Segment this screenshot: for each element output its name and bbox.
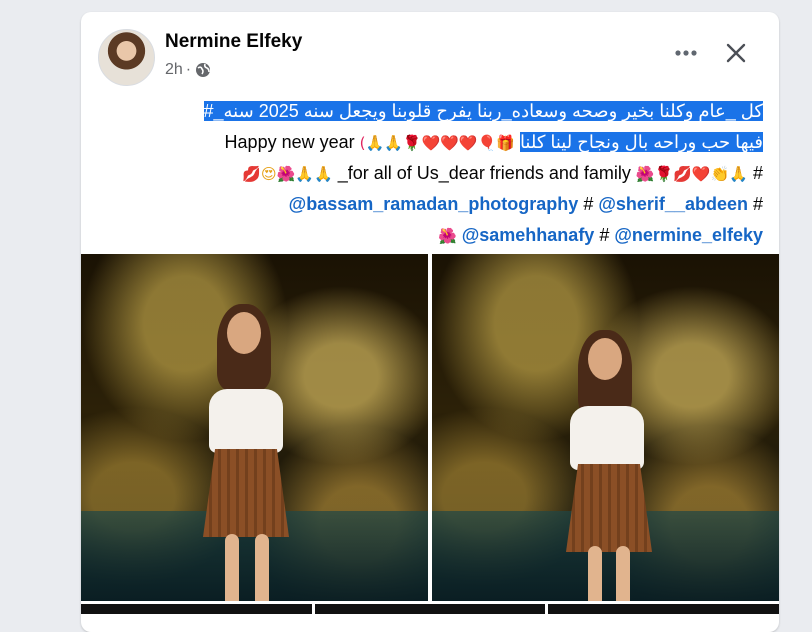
avatar[interactable] <box>98 29 155 86</box>
mention-sherif[interactable]: @sherif__abdeen <box>598 194 748 214</box>
close-button[interactable] <box>721 38 751 68</box>
globe-icon <box>196 63 211 77</box>
post-line-1: #_كل _عام وكلنا بخير وصحه وسعاده_ربنا يف… <box>97 96 763 127</box>
photo-5-edge[interactable] <box>548 604 779 614</box>
woman-figure <box>181 294 321 601</box>
photo-3-edge[interactable] <box>81 604 312 614</box>
hash-mark-1: # <box>752 194 763 214</box>
photo-4-edge[interactable] <box>315 604 545 614</box>
more-options-button[interactable] <box>671 38 701 68</box>
post-text: #_كل _عام وكلنا بخير وصحه وسعاده_ربنا يف… <box>97 96 763 251</box>
leather-skirt-2 <box>566 464 652 552</box>
leg-left-2 <box>588 546 602 601</box>
more-icon <box>675 50 697 56</box>
for-all-text: _for all of Us_dear friends and family <box>337 163 631 183</box>
leg-left <box>225 534 239 601</box>
meta-separator: · <box>185 61 192 78</box>
mention-bassam[interactable]: @bassam_ramadan_photography <box>289 194 579 214</box>
hash-mark-3: # <box>599 225 610 245</box>
hibiscus-emoji: 🌺 <box>438 227 457 245</box>
post-photo-2[interactable] <box>432 254 779 601</box>
white-top <box>209 389 283 453</box>
post-line-2: Happy new year (🙏🙏🌹❤️❤️❤️🎈🎁 فيها حب وراح… <box>97 127 763 158</box>
selected-text-line-2: فيها حب وراحه بال ونجاح لينا كلنا <box>519 132 763 152</box>
selected-text-line-1: #_كل _عام وكلنا بخير وصحه وسعاده_ربنا يف… <box>203 101 763 121</box>
post-header: Nermine Elfeky 2h · <box>81 12 779 92</box>
post-line-3: 💋😍🌺🙏🙏 _for all of Us_dear friends and fa… <box>97 158 763 189</box>
author-name[interactable]: Nermine Elfeky <box>165 31 302 53</box>
hash-mark: # <box>752 163 763 183</box>
post-meta: 2h · <box>165 61 211 79</box>
leather-skirt <box>203 449 289 537</box>
line3-emojis-b: 💋😍🌺🙏🙏 <box>242 165 333 183</box>
head <box>227 312 261 354</box>
close-icon <box>726 43 746 63</box>
post-photo-1[interactable] <box>81 254 428 601</box>
leg-right <box>255 534 269 601</box>
photo-grid <box>81 254 779 632</box>
white-top-2 <box>570 406 644 470</box>
woman-figure-2 <box>552 324 672 601</box>
post-time[interactable]: 2h <box>165 61 183 79</box>
line2-emojis: (🙏🙏🌹❤️❤️❤️🎈🎁 <box>359 134 515 152</box>
mention-samehhanafy[interactable]: @samehhanafy <box>462 225 595 245</box>
post-card: Nermine Elfeky 2h · #_كل _عام وكلنا بخير… <box>81 12 779 632</box>
mention-nermine[interactable]: @nermine_elfeky <box>614 225 763 245</box>
head-2 <box>588 338 622 380</box>
leg-right-2 <box>616 546 630 601</box>
happy-new-year-text: Happy new year <box>224 132 355 152</box>
hash-mark-2: # <box>583 194 594 214</box>
line3-emojis-a: 🌺🌹💋❤️👏🙏 <box>635 165 748 183</box>
post-line-4: @bassam_ramadan_photography # @sherif__a… <box>97 189 763 220</box>
post-line-5: 🌺 @samehhanafy # @nermine_elfeky <box>97 220 763 251</box>
